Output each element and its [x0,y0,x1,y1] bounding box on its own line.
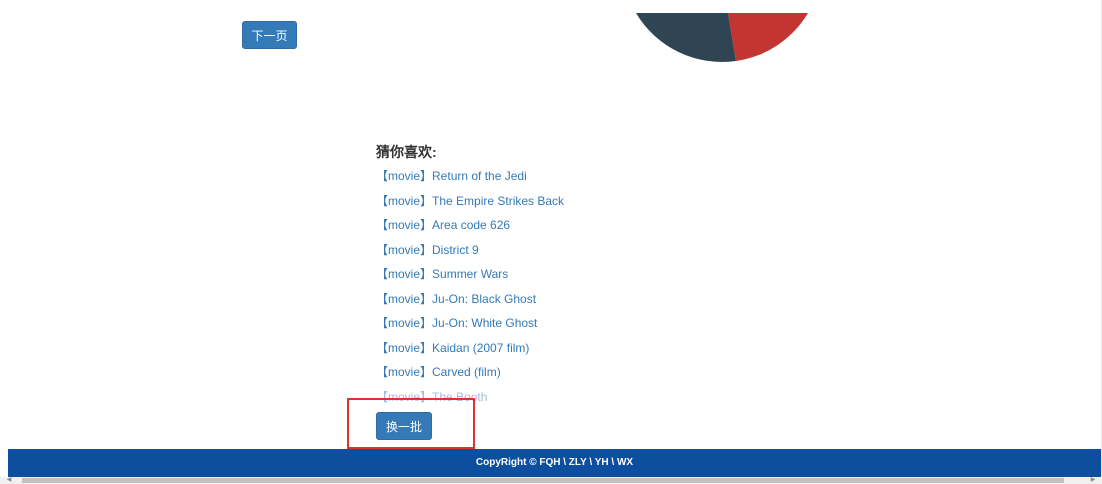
movie-tag: 【movie】 [376,316,433,330]
list-item[interactable]: 【movie】The Booth [376,385,776,410]
movie-title[interactable]: Kaidan (2007 film) [432,341,529,355]
movie-title[interactable]: Return of the Jedi [432,169,527,183]
movie-title[interactable]: Summer Wars [432,267,508,281]
pie-chart [636,13,808,62]
horizontal-scrollbar[interactable]: ◀ ▶ [0,477,1102,484]
movie-tag: 【movie】 [376,169,433,183]
list-item[interactable]: 【movie】Summer Wars [376,262,776,287]
list-item[interactable]: 【movie】Ju-On: Black Ghost [376,287,776,312]
pie-slice-dark[interactable] [636,13,736,62]
list-item[interactable]: 【movie】Return of the Jedi [376,164,776,189]
movie-tag: 【movie】 [376,218,433,232]
movie-tag: 【movie】 [376,389,433,404]
movie-title[interactable]: Ju-On: Black Ghost [432,292,536,306]
copyright-text: CopyRight © FQH \ ZLY \ YH \ WX [475,457,634,468]
movie-title[interactable]: Ju-On: White Ghost [432,316,537,330]
next-page-button[interactable]: 下一页 [242,21,297,49]
movie-tag: 【movie】 [376,242,433,257]
list-item[interactable]: 【movie】The Empire Strikes Back [376,189,776,214]
footer: CopyRight © FQH \ ZLY \ YH \ WX [8,449,1101,477]
movie-tag: 【movie】 [376,267,433,281]
recommendation-title: 猜你喜欢: [376,144,437,160]
left-margin [0,0,8,476]
pie-slice-red[interactable] [728,13,808,61]
page: 下一页 猜你喜欢: 【movie】Return of the Jedi 【mov… [0,0,1102,484]
movie-tag: 【movie】 [376,193,433,208]
list-item[interactable]: 【movie】Area code 626 [376,213,776,238]
scroll-left-icon[interactable]: ◀ [4,477,14,484]
movie-title[interactable]: The Empire Strikes Back [432,194,564,208]
scroll-right-icon[interactable]: ▶ [1088,477,1098,484]
recommendation-list: 【movie】Return of the Jedi 【movie】The Emp… [376,164,776,409]
movie-title[interactable]: The Booth [432,390,487,404]
refresh-batch-button[interactable]: 换一批 [376,412,432,440]
movie-title[interactable]: Area code 626 [432,218,510,232]
movie-title[interactable]: Carved (film) [432,365,501,379]
recommendation-section: 猜你喜欢: 【movie】Return of the Jedi 【movie】T… [376,140,776,409]
list-item[interactable]: 【movie】Carved (film) [376,360,776,385]
list-item[interactable]: 【movie】Kaidan (2007 film) [376,336,776,361]
movie-tag: 【movie】 [376,340,433,355]
movie-title[interactable]: District 9 [432,243,479,257]
scrollbar-thumb[interactable] [22,478,1064,483]
list-item[interactable]: 【movie】Ju-On: White Ghost [376,311,776,336]
list-item[interactable]: 【movie】District 9 [376,238,776,263]
movie-tag: 【movie】 [376,365,433,379]
movie-tag: 【movie】 [376,291,433,306]
